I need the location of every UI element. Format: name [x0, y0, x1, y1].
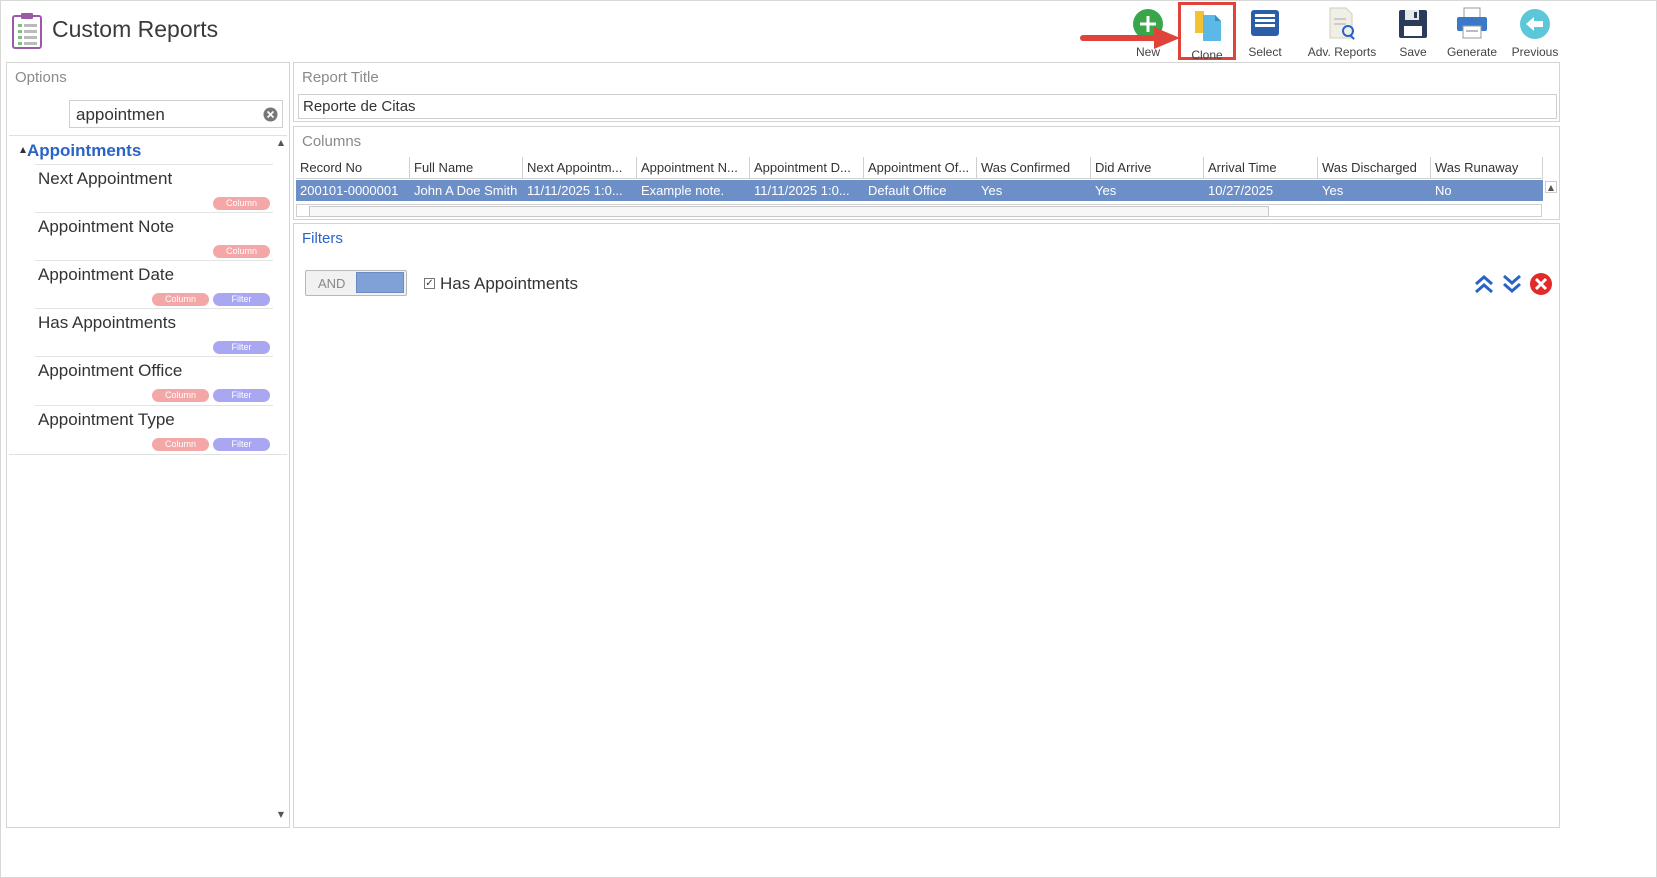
select-label: Select — [1248, 45, 1282, 59]
column-header[interactable]: Was Runaway — [1431, 157, 1543, 179]
option-item[interactable]: Has Appointments Filter — [35, 308, 273, 357]
divider — [9, 135, 287, 136]
column-header[interactable]: Appointment D... — [750, 157, 864, 179]
clone-label: Clone — [1191, 48, 1223, 62]
column-header[interactable]: Appointment Of... — [864, 157, 977, 179]
column-tag[interactable]: Column — [213, 245, 270, 258]
generate-label: Generate — [1446, 45, 1498, 59]
table-cell: Default Office — [868, 183, 947, 198]
has-appointments-checkbox[interactable]: ✓ — [424, 278, 435, 289]
column-header[interactable]: Full Name — [410, 157, 523, 179]
floppy-disk-icon — [1399, 10, 1427, 38]
previous-label: Previous — [1511, 45, 1559, 59]
column-header[interactable]: Was Confirmed — [977, 157, 1091, 179]
table-cell: 11/11/2025 1:0... — [754, 183, 850, 198]
inbox-tray-icon — [1251, 10, 1279, 36]
options-title: Options — [15, 69, 67, 86]
columns-panel: Columns Record No Full Name Next Appoint… — [293, 126, 1560, 220]
checkbox-label: Has Appointments — [440, 274, 578, 293]
option-item[interactable]: Next Appointment Column — [35, 164, 273, 213]
row-scroll-icon[interactable]: ▲ — [1545, 181, 1557, 193]
column-tag[interactable]: Column — [152, 293, 209, 306]
printer-icon — [1457, 7, 1487, 39]
column-tag[interactable]: Column — [152, 438, 209, 451]
divider — [9, 454, 287, 455]
option-label: Appointment Date — [38, 265, 175, 284]
table-cell: No — [1435, 183, 1452, 198]
option-item[interactable]: Appointment Date Column Filter — [35, 260, 273, 309]
report-title-value: Reporte de Citas — [303, 98, 416, 115]
tree-group-appointments[interactable]: Appointments — [27, 141, 141, 161]
previous-button[interactable]: Previous — [1500, 2, 1570, 60]
filter-tag[interactable]: Filter — [213, 438, 270, 451]
scrollbar-thumb[interactable] — [309, 206, 1269, 217]
table-cell: Example note. — [641, 183, 725, 198]
table-cell: 11/11/2025 1:0... — [527, 183, 623, 198]
option-item[interactable]: Appointment Office Column Filter — [35, 356, 273, 405]
arrow-left-circle-icon — [1520, 9, 1550, 39]
table-cell: Yes — [981, 183, 1003, 198]
toggle-knob[interactable] — [356, 272, 404, 293]
column-header[interactable]: Did Arrive — [1091, 157, 1204, 179]
option-item[interactable]: Appointment Type Column Filter — [35, 405, 273, 454]
select-button[interactable]: Select — [1230, 2, 1300, 60]
adv-reports-button[interactable]: Adv. Reports — [1306, 2, 1378, 60]
delete-icon[interactable] — [1529, 272, 1553, 296]
column-tag[interactable]: Column — [213, 197, 270, 210]
collapse-triangle-icon[interactable] — [20, 147, 26, 153]
annotation-arrow-icon — [1080, 27, 1180, 49]
report-icon — [12, 13, 42, 49]
page-title: Custom Reports — [52, 16, 219, 42]
table-cell: Yes — [1095, 183, 1117, 198]
scroll-up-icon[interactable]: ▲ — [275, 137, 287, 149]
column-header[interactable]: Arrival Time — [1204, 157, 1318, 179]
horizontal-scrollbar[interactable] — [296, 204, 1542, 217]
report-title-label: Report Title — [302, 69, 379, 86]
document-search-icon — [1329, 7, 1355, 40]
filter-tag[interactable]: Filter — [213, 293, 270, 306]
and-or-toggle[interactable]: AND — [305, 270, 407, 296]
clone-button[interactable]: Clone — [1178, 2, 1236, 62]
columns-grid: Record No Full Name Next Appointm... App… — [296, 157, 1543, 203]
filter-tag[interactable]: Filter — [213, 389, 270, 402]
column-header[interactable]: Appointment N... — [637, 157, 750, 179]
column-header[interactable]: Next Appointm... — [523, 157, 637, 179]
filters-label: Filters — [302, 230, 343, 247]
scroll-down-icon[interactable]: ▼ — [275, 809, 287, 821]
table-cell: Yes — [1322, 183, 1344, 198]
option-label: Has Appointments — [38, 313, 176, 332]
option-item[interactable]: Appointment Note Column — [35, 212, 273, 261]
header: Custom Reports New Clone Select Adv. Rep… — [0, 0, 1657, 62]
adv-reports-label: Adv. Reports — [1307, 45, 1377, 59]
option-label: Next Appointment — [38, 169, 173, 188]
report-title-input[interactable]: Reporte de Citas — [298, 94, 1557, 119]
table-row[interactable]: 200101-0000001 John A Doe Smith 11/11/20… — [296, 180, 1543, 201]
move-down-icon[interactable] — [1500, 272, 1524, 296]
option-label: Appointment Note — [38, 217, 175, 236]
column-tag[interactable]: Column — [152, 389, 209, 402]
columns-label: Columns — [302, 133, 362, 150]
search-input[interactable]: appointmen — [69, 100, 283, 128]
table-cell: 200101-0000001 — [300, 183, 399, 198]
filter-tag[interactable]: Filter — [213, 341, 270, 354]
column-header[interactable]: Record No — [296, 157, 410, 179]
search-value: appointmen — [76, 105, 165, 124]
operator-label: AND — [318, 276, 346, 291]
move-up-icon[interactable] — [1472, 272, 1496, 296]
options-panel: Options appointmen Appointments ▲ Next A… — [6, 62, 290, 828]
clear-icon[interactable] — [263, 107, 278, 122]
option-label: Appointment Office — [38, 361, 183, 380]
report-title-panel: Report Title Reporte de Citas — [293, 62, 1560, 122]
table-cell: John A Doe Smith — [414, 183, 518, 198]
option-label: Appointment Type — [38, 410, 175, 429]
table-cell: 10/27/2025 — [1208, 183, 1274, 198]
clone-icon — [1195, 11, 1221, 41]
filters-panel: Filters AND ✓ Has Appointments — [293, 223, 1560, 828]
column-header[interactable]: Was Discharged — [1318, 157, 1431, 179]
generate-button[interactable]: Generate — [1437, 2, 1507, 60]
